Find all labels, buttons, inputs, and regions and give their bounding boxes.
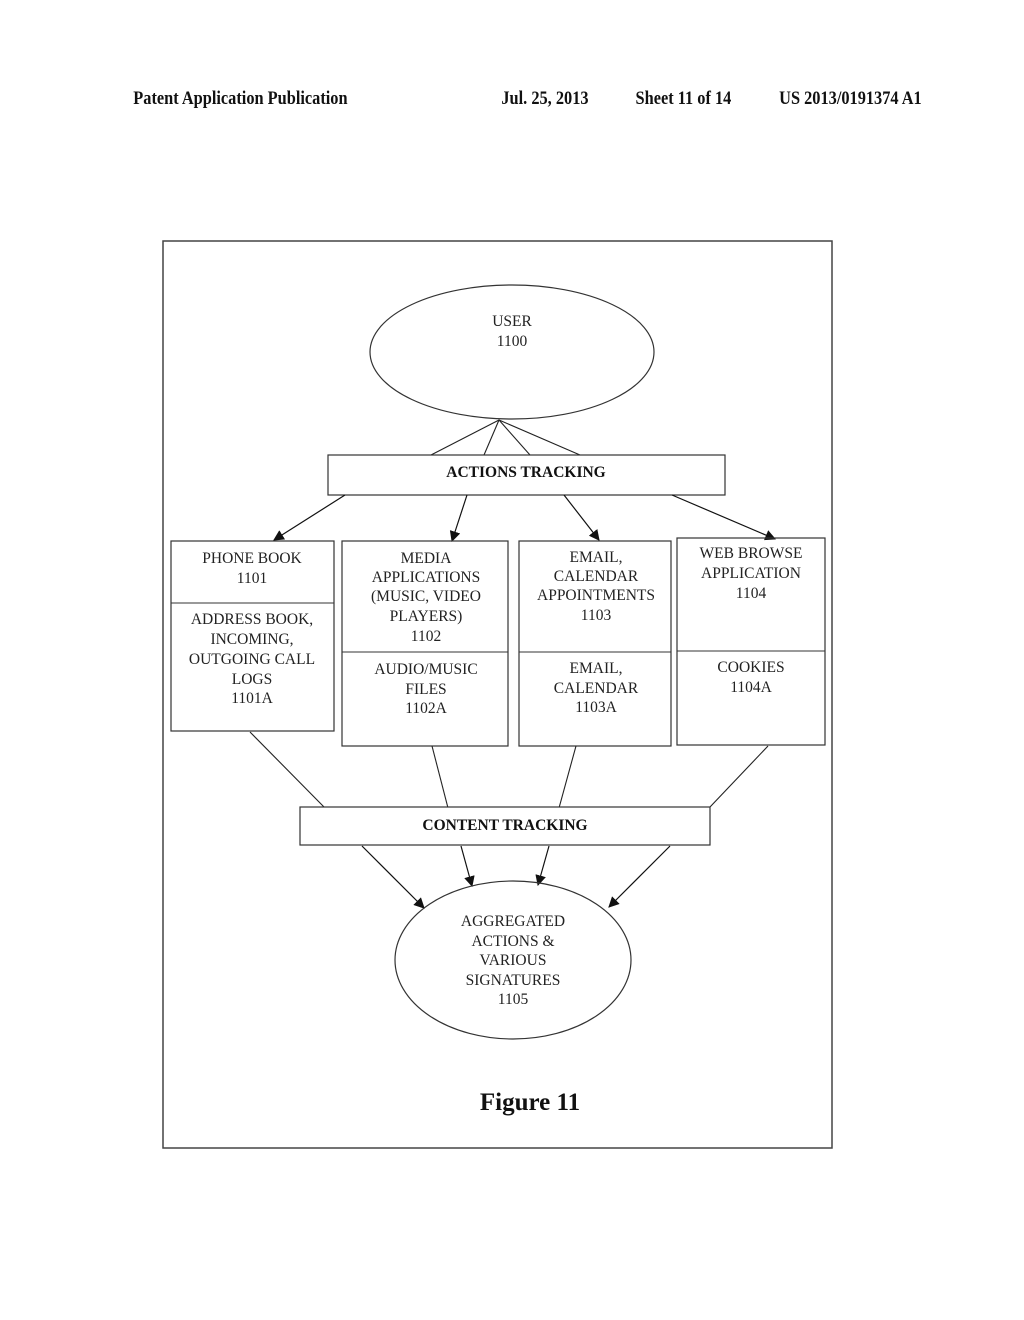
connector-line — [498, 419, 581, 456]
arrow-to-aggregate — [608, 845, 671, 908]
arrow-to-aggregate — [460, 845, 475, 888]
connector-line — [483, 419, 500, 456]
box-text: 1103 — [581, 607, 612, 624]
user-connectors — [430, 419, 581, 456]
content-tracking-label: CONTENT TRACKING — [422, 817, 587, 834]
arrow-to-media-apps — [449, 494, 468, 543]
actions-tracking-label: ACTIONS TRACKING — [446, 464, 605, 481]
content-connectors — [249, 731, 769, 809]
arrow-to-phone-book — [273, 494, 346, 541]
box-text: 1101A — [231, 690, 273, 707]
box-text: 1101 — [237, 570, 267, 587]
box-text: EMAIL, — [570, 549, 623, 566]
connector-line — [558, 745, 577, 809]
box-text: EMAIL, — [570, 660, 623, 677]
arrow-to-aggregate — [361, 845, 425, 909]
arrow-to-aggregate — [535, 845, 550, 887]
arrow-to-email — [563, 494, 600, 541]
box-text: (MUSIC, VIDEO — [371, 588, 481, 605]
box-text: MEDIA — [401, 550, 453, 567]
box-text: APPLICATION — [701, 565, 801, 582]
aggregate-text: SIGNATURES — [466, 972, 561, 989]
connector-line — [431, 745, 449, 809]
email-calendar-box: EMAIL, CALENDAR APPOINTMENTS 1103 EMAIL,… — [518, 540, 672, 747]
box-text: OUTGOING CALL — [189, 651, 315, 668]
box-text: CALENDAR — [554, 680, 639, 697]
box-text: APPOINTMENTS — [537, 587, 655, 604]
box-text: 1103A — [575, 699, 617, 716]
box-text: 1104A — [730, 679, 772, 696]
aggregate-text: VARIOUS — [480, 952, 547, 969]
box-text: COOKIES — [717, 659, 784, 676]
box-text: 1102A — [405, 700, 447, 717]
box-text: LOGS — [232, 671, 272, 688]
box-text: AUDIO/MUSIC — [374, 661, 477, 678]
content-arrows — [361, 845, 671, 909]
box-text: WEB BROWSE — [700, 545, 803, 562]
diagram: USER 1100 ACTIONS TRACKING PHONE BOOK 11… — [162, 240, 833, 1149]
box-text: FILES — [405, 681, 446, 698]
web-browse-box: WEB BROWSE APPLICATION 1104 COOKIES 1104… — [676, 537, 826, 746]
actions-arrows — [273, 494, 776, 543]
box-text: 1102 — [411, 628, 441, 645]
box-text: CALENDAR — [554, 568, 639, 585]
box-text: APPLICATIONS — [372, 569, 481, 586]
connector-line — [430, 419, 500, 456]
box-text: PLAYERS) — [390, 608, 463, 625]
box-text: ADDRESS BOOK, — [191, 611, 313, 628]
connector-line — [709, 745, 769, 808]
connector-line — [249, 731, 326, 809]
user-node — [369, 284, 655, 420]
connector-line — [498, 419, 531, 456]
aggregate-text: ACTIONS & — [471, 933, 554, 950]
user-label: USER — [492, 313, 532, 330]
aggregate-text: 1105 — [498, 991, 529, 1008]
box-text: PHONE BOOK — [202, 550, 302, 567]
media-applications-box: MEDIA APPLICATIONS (MUSIC, VIDEO PLAYERS… — [341, 540, 509, 747]
phone-book-box: PHONE BOOK 1101 ADDRESS BOOK, INCOMING, … — [170, 540, 335, 732]
aggregate-text: AGGREGATED — [461, 913, 565, 930]
box-text: INCOMING, — [210, 631, 293, 648]
figure-caption: Figure 11 — [480, 1089, 580, 1116]
user-id: 1100 — [497, 333, 528, 350]
arrow-to-web-browse — [671, 494, 776, 541]
box-text: 1104 — [736, 585, 767, 602]
